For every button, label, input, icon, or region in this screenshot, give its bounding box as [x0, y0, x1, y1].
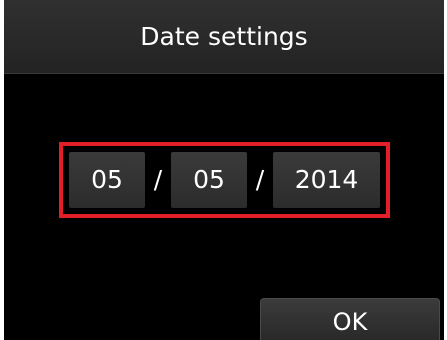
page-title: Date settings [4, 0, 444, 74]
date-separator: / [255, 165, 265, 194]
date-separator: / [153, 165, 163, 194]
day-field[interactable]: 05 [171, 152, 247, 208]
date-input-group: 05 / 05 / 2014 [59, 142, 390, 218]
month-field[interactable]: 05 [69, 152, 145, 208]
date-settings-screen: Date settings 05 / 05 / 2014 OK [4, 0, 444, 340]
year-field[interactable]: 2014 [273, 152, 380, 208]
ok-button[interactable]: OK [260, 298, 440, 340]
